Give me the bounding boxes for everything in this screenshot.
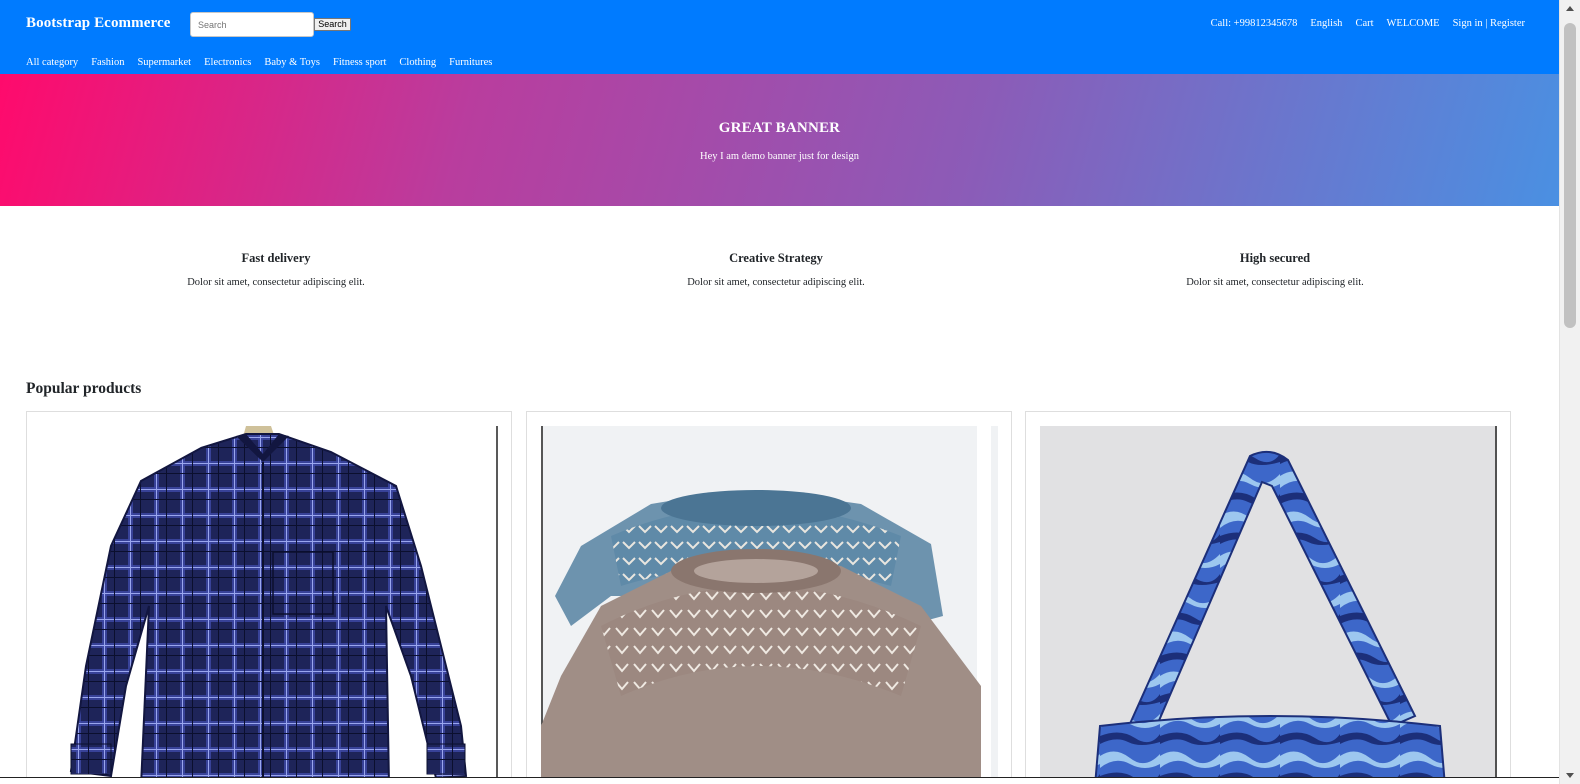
nav-item-electronics[interactable]: Electronics [204, 57, 251, 68]
hero-banner: GREAT BANNER Hey I am demo banner just f… [0, 74, 1559, 206]
top-links: Call: +99812345678 English Cart WELCOME … [1211, 18, 1525, 29]
popular-products-title: Popular products [26, 380, 142, 397]
plaid-shirt-image[interactable] [41, 426, 498, 784]
scroll-down-arrow-icon[interactable] [1566, 773, 1574, 778]
vertical-scrollbar[interactable] [1559, 0, 1580, 784]
cart-link[interactable]: Cart [1355, 18, 1373, 29]
knit-sweaters-image[interactable] [541, 426, 998, 784]
banner-subtitle: Hey I am demo banner just for design [700, 151, 859, 162]
feature-title: Creative Strategy [729, 251, 823, 265]
feature-fast-delivery: Fast delivery Dolor sit amet, consectetu… [26, 251, 526, 288]
search-input[interactable] [190, 12, 314, 37]
signin-register-link[interactable]: Sign in | Register [1453, 18, 1525, 29]
feature-text: Dolor sit amet, consectetur adipiscing e… [187, 277, 365, 288]
nav-item-furnitures[interactable]: Furnitures [449, 57, 492, 68]
nav-item-fashion[interactable]: Fashion [91, 57, 124, 68]
banner-title: GREAT BANNER [718, 120, 841, 136]
feature-title: High secured [1239, 251, 1311, 265]
product-card[interactable] [1025, 411, 1511, 784]
product-card[interactable] [26, 411, 512, 784]
product-card[interactable] [526, 411, 1012, 784]
scroll-up-arrow-icon[interactable] [1566, 6, 1574, 11]
nav-item-fitness-sport[interactable]: Fitness sport [333, 57, 386, 68]
call-text: Call: +99812345678 [1210, 18, 1298, 29]
blue-bag-image[interactable] [1040, 426, 1497, 784]
scroll-thumb[interactable] [1564, 23, 1576, 328]
nav-item-all-category[interactable]: All category [26, 57, 78, 68]
search-button[interactable]: Search [314, 18, 351, 31]
feature-text: Dolor sit amet, consectetur adipiscing e… [687, 277, 865, 288]
top-navbar: Bootstrap Ecommerce Search Call: +998123… [0, 0, 1559, 74]
page-bottom-edge [0, 777, 1559, 784]
feature-text: Dolor sit amet, consectetur adipiscing e… [1186, 277, 1364, 288]
feature-high-secured: High secured Dolor sit amet, consectetur… [1025, 251, 1525, 288]
welcome-text: WELCOME [1386, 18, 1440, 29]
feature-title: Fast delivery [241, 251, 311, 265]
feature-creative-strategy: Creative Strategy Dolor sit amet, consec… [526, 251, 1026, 288]
language-link[interactable]: English [1310, 18, 1342, 29]
category-nav: All category Fashion Supermarket Electro… [26, 57, 492, 68]
nav-item-supermarket[interactable]: Supermarket [137, 57, 191, 68]
brand-logo[interactable]: Bootstrap Ecommerce [26, 15, 171, 32]
nav-item-clothing[interactable]: Clothing [399, 57, 436, 68]
nav-item-baby-toys[interactable]: Baby & Toys [264, 57, 320, 68]
